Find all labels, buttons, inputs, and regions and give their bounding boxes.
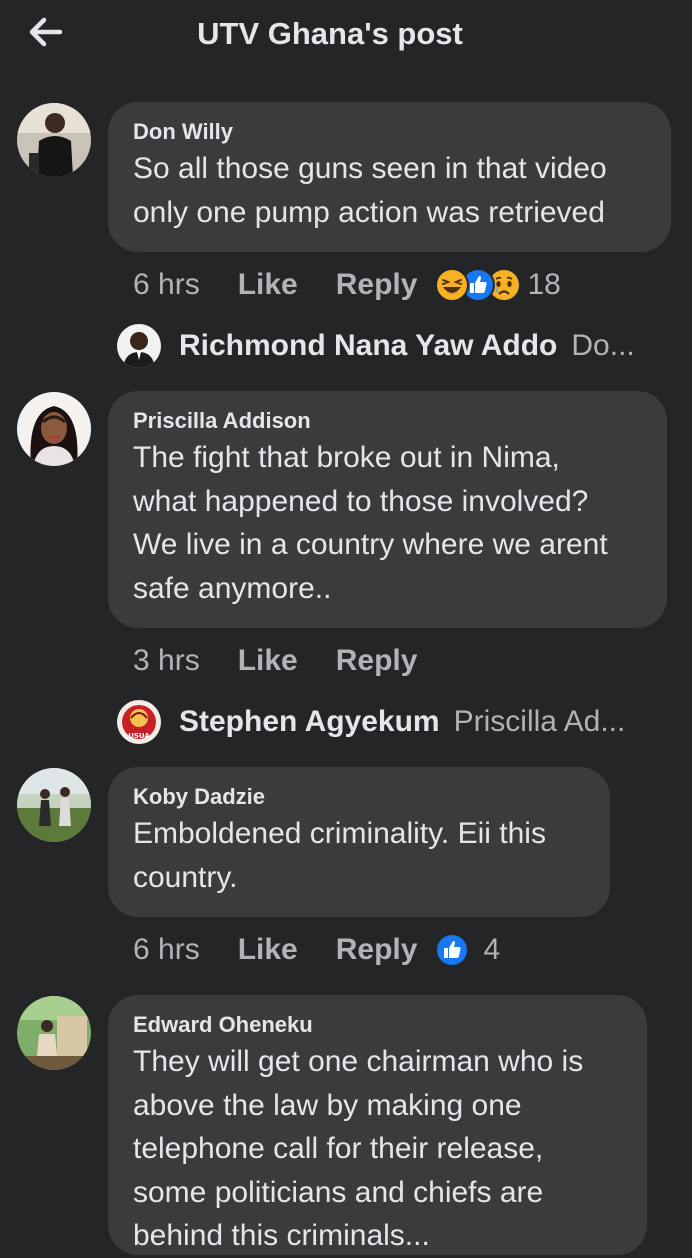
comment-line: telephone call for their release, [133, 1132, 544, 1165]
reply-button[interactable]: Reply [336, 644, 418, 678]
like-button[interactable]: Like [238, 644, 298, 678]
reactions-summary[interactable]: 4 [435, 933, 500, 967]
reply-snippet: Priscilla Ad... [453, 705, 626, 738]
reaction-count: 18 [527, 268, 561, 301]
comment-line: They will get one chairman who is [133, 1045, 584, 1078]
comment-author[interactable]: Priscilla Addison [133, 407, 643, 435]
reactions-summary[interactable]: 18 [435, 268, 561, 302]
page-title: UTV Ghana's post [197, 16, 463, 51]
comment-actions: 6 hrs Like Reply 18 [133, 265, 561, 305]
reply-author[interactable]: Richmond Nana Yaw Addo [179, 329, 557, 363]
reply-button[interactable]: Reply [336, 933, 418, 967]
comment-bubble[interactable]: Don Willy So all those guns seen in that… [108, 102, 671, 252]
avatar[interactable] [17, 996, 91, 1070]
svg-text:USUA: USUA [128, 732, 150, 740]
avatar[interactable] [17, 768, 91, 842]
reply-preview[interactable]: USUA Stephen Agyekum Priscilla Ad... [117, 699, 625, 745]
comment-bubble[interactable]: Koby Dadzie Emboldened criminality. Eii … [108, 767, 610, 917]
like-button[interactable]: Like [238, 268, 298, 302]
reply-preview[interactable]: Richmond Nana Yaw Addo Do... [117, 323, 635, 369]
comment-text: Emboldened criminality. Eii this country… [133, 812, 586, 899]
comment-time[interactable]: 6 hrs [133, 268, 200, 302]
comment-line: what happened to those involved? [133, 484, 589, 518]
comment-bubble[interactable]: Edward Oheneku They will get one chairma… [108, 995, 647, 1255]
avatar[interactable] [17, 103, 91, 177]
avatar[interactable] [117, 324, 161, 368]
haha-icon [435, 268, 470, 302]
comment-line: above the law by making one [133, 1088, 522, 1122]
comment-line: only one pump action was retrieved [133, 195, 605, 229]
reply-button[interactable]: Reply [336, 268, 418, 302]
comment-author[interactable]: Edward Oheneku [133, 1011, 623, 1039]
comment-actions: 3 hrs Like Reply [133, 641, 435, 681]
comment-text: The fight that broke out in Nima, what h… [133, 436, 643, 610]
comment-line: country. [133, 860, 238, 894]
top-bar: UTV Ghana's post [0, 0, 692, 78]
comment-line: behind this criminals... [133, 1219, 430, 1252]
reply-snippet: Do... [571, 329, 635, 362]
comment-line: So all those guns seen in that video [133, 152, 607, 185]
comment-line: We live in a country where we arent [133, 528, 608, 561]
like-button[interactable]: Like [238, 933, 298, 967]
comment-time[interactable]: 6 hrs [133, 933, 200, 967]
comment-line: The fight that broke out in Nima, [133, 441, 560, 474]
comment-line: some politicians and chiefs are [133, 1175, 544, 1209]
like-icon [435, 933, 470, 967]
avatar[interactable]: USUA [117, 700, 161, 744]
reply-author[interactable]: Stephen Agyekum [179, 705, 440, 739]
comment-author[interactable]: Koby Dadzie [133, 783, 586, 811]
comment-text: They will get one chairman who is above … [133, 1040, 623, 1258]
reaction-count: 4 [483, 933, 501, 966]
comment-line: Emboldened criminality. Eii this [133, 817, 546, 850]
comment-author[interactable]: Don Willy [133, 118, 647, 146]
avatar[interactable] [17, 392, 91, 466]
comment-time[interactable]: 3 hrs [133, 644, 200, 678]
comment-actions: 6 hrs Like Reply 4 [133, 930, 500, 970]
comment-bubble[interactable]: Priscilla Addison The fight that broke o… [108, 391, 667, 628]
comment-text: So all those guns seen in that video onl… [133, 147, 647, 234]
comment-line: safe anymore.. [133, 571, 332, 605]
